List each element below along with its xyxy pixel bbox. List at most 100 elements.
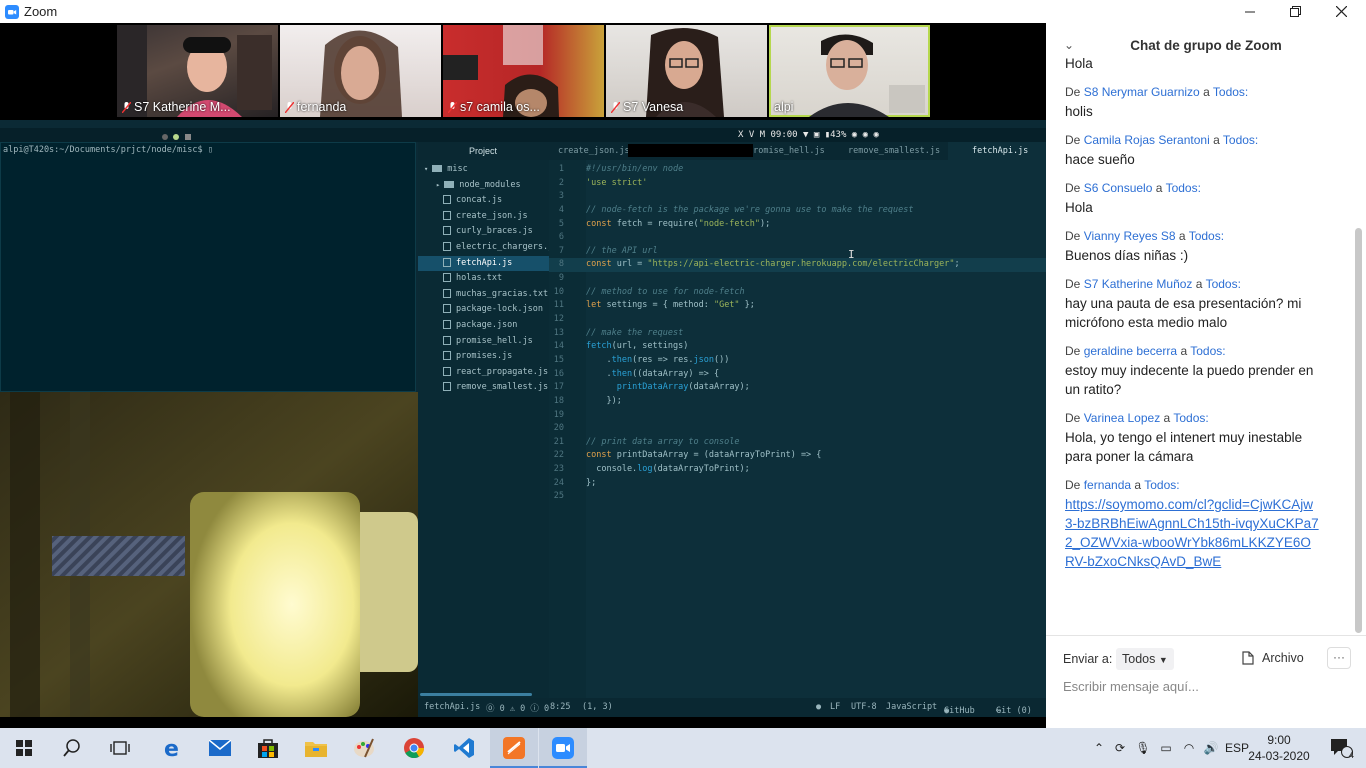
tab-promise-hell[interactable]: promise_hell.js bbox=[738, 142, 838, 160]
recipient-link[interactable]: Todos: bbox=[1190, 344, 1225, 358]
tree-item[interactable]: holas.txt bbox=[418, 271, 549, 287]
tree-item[interactable]: promise_hell.js bbox=[418, 334, 549, 350]
sublime-button[interactable] bbox=[490, 728, 538, 768]
chat-message: De Varinea Lopez a Todos: Hola, yo tengo… bbox=[1046, 411, 1356, 466]
tab-fetchapi[interactable]: fetchApi.js bbox=[948, 142, 1046, 160]
tree-item[interactable]: react_propagate.js bbox=[418, 365, 549, 381]
sender-link[interactable]: S8 Nerymar Guarnizo bbox=[1084, 85, 1200, 99]
status-encoding[interactable]: UTF-8 bbox=[851, 702, 877, 712]
more-options-button[interactable]: ··· bbox=[1327, 647, 1351, 669]
line-number: 1 bbox=[558, 164, 564, 174]
code-line: .then(res => res.json()) bbox=[586, 354, 730, 365]
participant-tile[interactable]: S7 Vanesa bbox=[606, 25, 767, 117]
volume-icon[interactable]: 🔊 bbox=[1200, 741, 1222, 755]
tree-item[interactable]: package-lock.json bbox=[418, 302, 549, 318]
terminal-prompt: alpi@T420s:~/Documents/prjct/node/misc$ … bbox=[3, 145, 213, 155]
message-input[interactable]: Escribir mensaje aquí... bbox=[1063, 679, 1199, 694]
chat-messages[interactable]: Hola De S8 Nerymar Guarnizo a Todos: hol… bbox=[1046, 58, 1356, 634]
zoom-logo-icon bbox=[5, 4, 19, 19]
tree-item[interactable]: electric_chargers.js bbox=[418, 240, 558, 256]
line-number: 9 bbox=[558, 273, 564, 284]
paint-button[interactable] bbox=[340, 728, 388, 768]
status-grammar[interactable]: JavaScript bbox=[886, 702, 937, 712]
recipient-link[interactable]: Todos: bbox=[1173, 411, 1208, 425]
tree-item[interactable]: muchas_gracias.txt bbox=[418, 287, 549, 303]
wifi-icon[interactable]: ◠ bbox=[1178, 741, 1200, 755]
tree-item[interactable]: ▸ node_modules bbox=[418, 178, 549, 194]
tree-item-selected[interactable]: fetchApi.js bbox=[418, 255, 549, 272]
recipient-link[interactable]: Todos: bbox=[1144, 478, 1179, 492]
start-button[interactable] bbox=[0, 728, 48, 768]
terminal-pane[interactable]: alpi@T420s:~/Documents/prjct/node/misc$ … bbox=[0, 142, 416, 392]
chrome-button[interactable] bbox=[390, 728, 438, 768]
send-to-dropdown[interactable]: Todos ▼ bbox=[1116, 648, 1174, 670]
message-header: De Varinea Lopez a Todos: bbox=[1065, 411, 1209, 425]
recipient-link[interactable]: Todos: bbox=[1189, 229, 1224, 243]
message-link[interactable]: https://soymomo.com/cl?gclid=CjwKCAjw3-b… bbox=[1065, 495, 1320, 571]
microphone-icon[interactable]: 🎙 bbox=[1132, 741, 1154, 755]
tree-item[interactable]: package.json bbox=[418, 318, 549, 334]
chat-scrollbar[interactable] bbox=[1355, 68, 1362, 633]
minimize-button[interactable] bbox=[1227, 0, 1273, 23]
status-eol[interactable]: LF bbox=[830, 702, 840, 712]
participant-tile[interactable]: fernanda bbox=[280, 25, 441, 117]
chat-message: De fernanda a Todos: https://soymomo.com… bbox=[1046, 478, 1356, 571]
status-selection[interactable]: (1, 3) bbox=[582, 702, 613, 712]
file-button[interactable]: Archivo bbox=[1242, 651, 1304, 665]
mail-button[interactable] bbox=[196, 728, 244, 768]
project-tab[interactable]: Project bbox=[418, 142, 548, 160]
window-titlebar: Zoom bbox=[0, 0, 1366, 23]
file-icon bbox=[443, 257, 451, 267]
sender-link[interactable]: Vianny Reyes S8 bbox=[1084, 229, 1176, 243]
status-file[interactable]: fetchApi.js bbox=[424, 702, 480, 712]
zoom-button[interactable] bbox=[539, 728, 587, 768]
sender-link[interactable]: fernanda bbox=[1084, 478, 1131, 492]
code-line-current: const url = "https://api-electric-charge… bbox=[586, 258, 1046, 273]
code-line: printDataArray(dataArray); bbox=[616, 382, 750, 393]
tree-item[interactable]: promises.js bbox=[418, 349, 549, 365]
sublime-icon bbox=[503, 737, 525, 759]
code-line: console.log(dataArrayToPrint); bbox=[586, 464, 750, 475]
participant-name: fernanda bbox=[297, 100, 347, 114]
store-button[interactable] bbox=[244, 728, 292, 768]
tree-item[interactable]: create_json.js bbox=[418, 209, 549, 225]
clock[interactable]: 9:00 24-03-2020 bbox=[1248, 732, 1310, 764]
editor-statusbar: fetchApi.js ⓪ 0 ⚠ 0 ⓘ 0 8:25 (1, 3) ● LF… bbox=[418, 698, 1046, 717]
sender-link[interactable]: S6 Consuelo bbox=[1084, 181, 1153, 195]
sender-link[interactable]: Varinea Lopez bbox=[1084, 411, 1161, 425]
status-diagnostics[interactable]: ⓪ 0 ⚠ 0 ⓘ 0 bbox=[486, 702, 549, 714]
restore-button[interactable] bbox=[1272, 0, 1318, 23]
code-area[interactable]: #!/usr/bin/env node 'use strict' // node… bbox=[586, 160, 1046, 698]
action-center-button[interactable]: 4 bbox=[1318, 728, 1366, 768]
chevron-up-icon[interactable]: ⌃ bbox=[1090, 741, 1108, 755]
sender-link[interactable]: Camila Rojas Serantoni bbox=[1084, 133, 1210, 147]
tree-scrollbar[interactable] bbox=[420, 693, 532, 696]
vscode-button[interactable] bbox=[440, 728, 488, 768]
recipient-link[interactable]: Todos: bbox=[1223, 133, 1258, 147]
tree-item[interactable]: concat.js bbox=[418, 193, 549, 209]
tree-item[interactable]: curly_braces.js bbox=[418, 224, 549, 240]
participant-tile-active-speaker[interactable]: alpi bbox=[769, 25, 930, 117]
edge-button[interactable]: e bbox=[148, 728, 196, 768]
recipient-link[interactable]: Todos: bbox=[1206, 277, 1241, 291]
sender-link[interactable]: geraldine becerra bbox=[1084, 344, 1177, 358]
tree-folder-root[interactable]: ▾ misc bbox=[418, 162, 549, 178]
tree-item[interactable]: remove_smallest.js bbox=[418, 380, 549, 396]
network-sync-icon[interactable]: ⟳ bbox=[1108, 741, 1132, 755]
tab-remove-smallest[interactable]: remove_smallest.js bbox=[838, 142, 948, 160]
notification-count: 4 bbox=[1349, 750, 1355, 760]
scrollbar-thumb[interactable] bbox=[1355, 228, 1362, 633]
explorer-button[interactable] bbox=[292, 728, 340, 768]
recipient-link[interactable]: Todos: bbox=[1213, 85, 1248, 99]
task-view-button[interactable] bbox=[96, 728, 144, 768]
participant-tile[interactable]: s7 camila os... bbox=[443, 25, 604, 117]
sender-link[interactable]: S7 Katherine Muñoz bbox=[1084, 277, 1193, 291]
close-button[interactable] bbox=[1318, 0, 1364, 23]
participant-tile[interactable]: S7 Katherine M... bbox=[117, 25, 278, 117]
recipient-link[interactable]: Todos: bbox=[1166, 181, 1201, 195]
search-button[interactable] bbox=[48, 728, 96, 768]
line-number: 18 bbox=[553, 395, 564, 406]
battery-icon[interactable]: ▭ bbox=[1154, 741, 1178, 755]
status-position[interactable]: 8:25 bbox=[550, 702, 570, 712]
